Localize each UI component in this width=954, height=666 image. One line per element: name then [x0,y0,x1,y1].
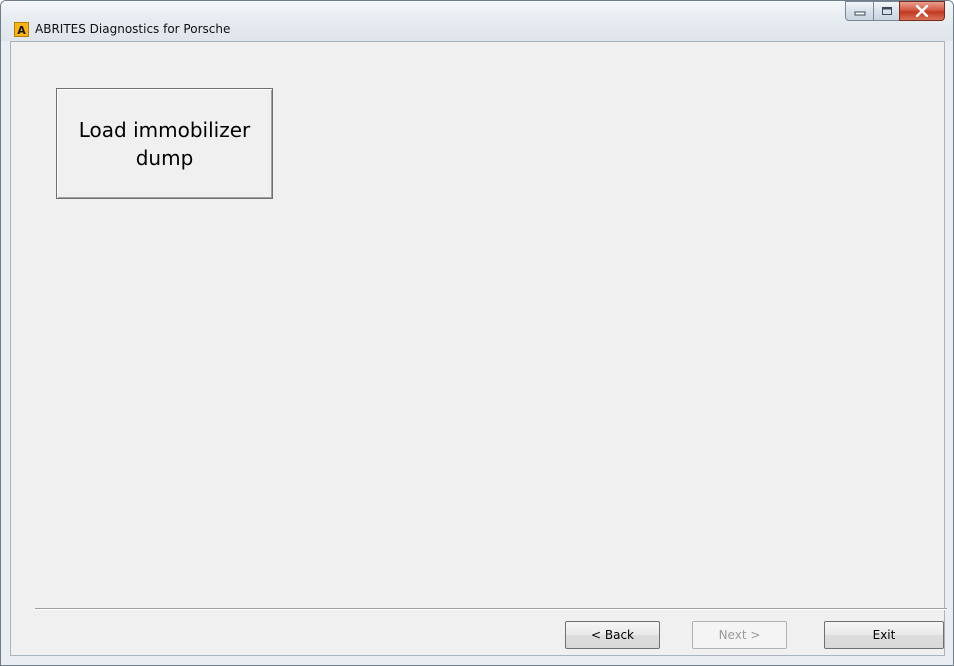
back-button[interactable]: < Back [565,621,660,649]
next-button-label: Next > [718,628,761,642]
title-bar[interactable]: A ABRITES Diagnostics for Porsche [1,1,953,41]
maximize-button[interactable] [873,1,899,21]
close-icon [915,5,929,17]
next-button[interactable]: Next > [692,621,787,649]
minimize-button[interactable] [845,1,873,21]
minimize-icon [854,11,865,16]
load-immobilizer-dump-label: Load immobilizer dump [78,117,251,170]
caption-buttons [845,1,945,23]
load-immobilizer-dump-button[interactable]: Load immobilizer dump [56,88,273,199]
back-button-label: < Back [590,628,634,642]
exit-button-label: Exit [872,628,896,642]
window-title: ABRITES Diagnostics for Porsche [35,22,231,36]
maximize-icon [881,7,892,15]
footer-separator [35,608,947,610]
app-window: A ABRITES Diagnostics for Porsche Load i… [0,0,954,666]
client-area: Load immobilizer dump < Back Next > Exit [10,41,947,656]
app-icon: A [14,22,29,37]
close-button[interactable] [899,1,945,21]
exit-button[interactable]: Exit [824,621,944,649]
